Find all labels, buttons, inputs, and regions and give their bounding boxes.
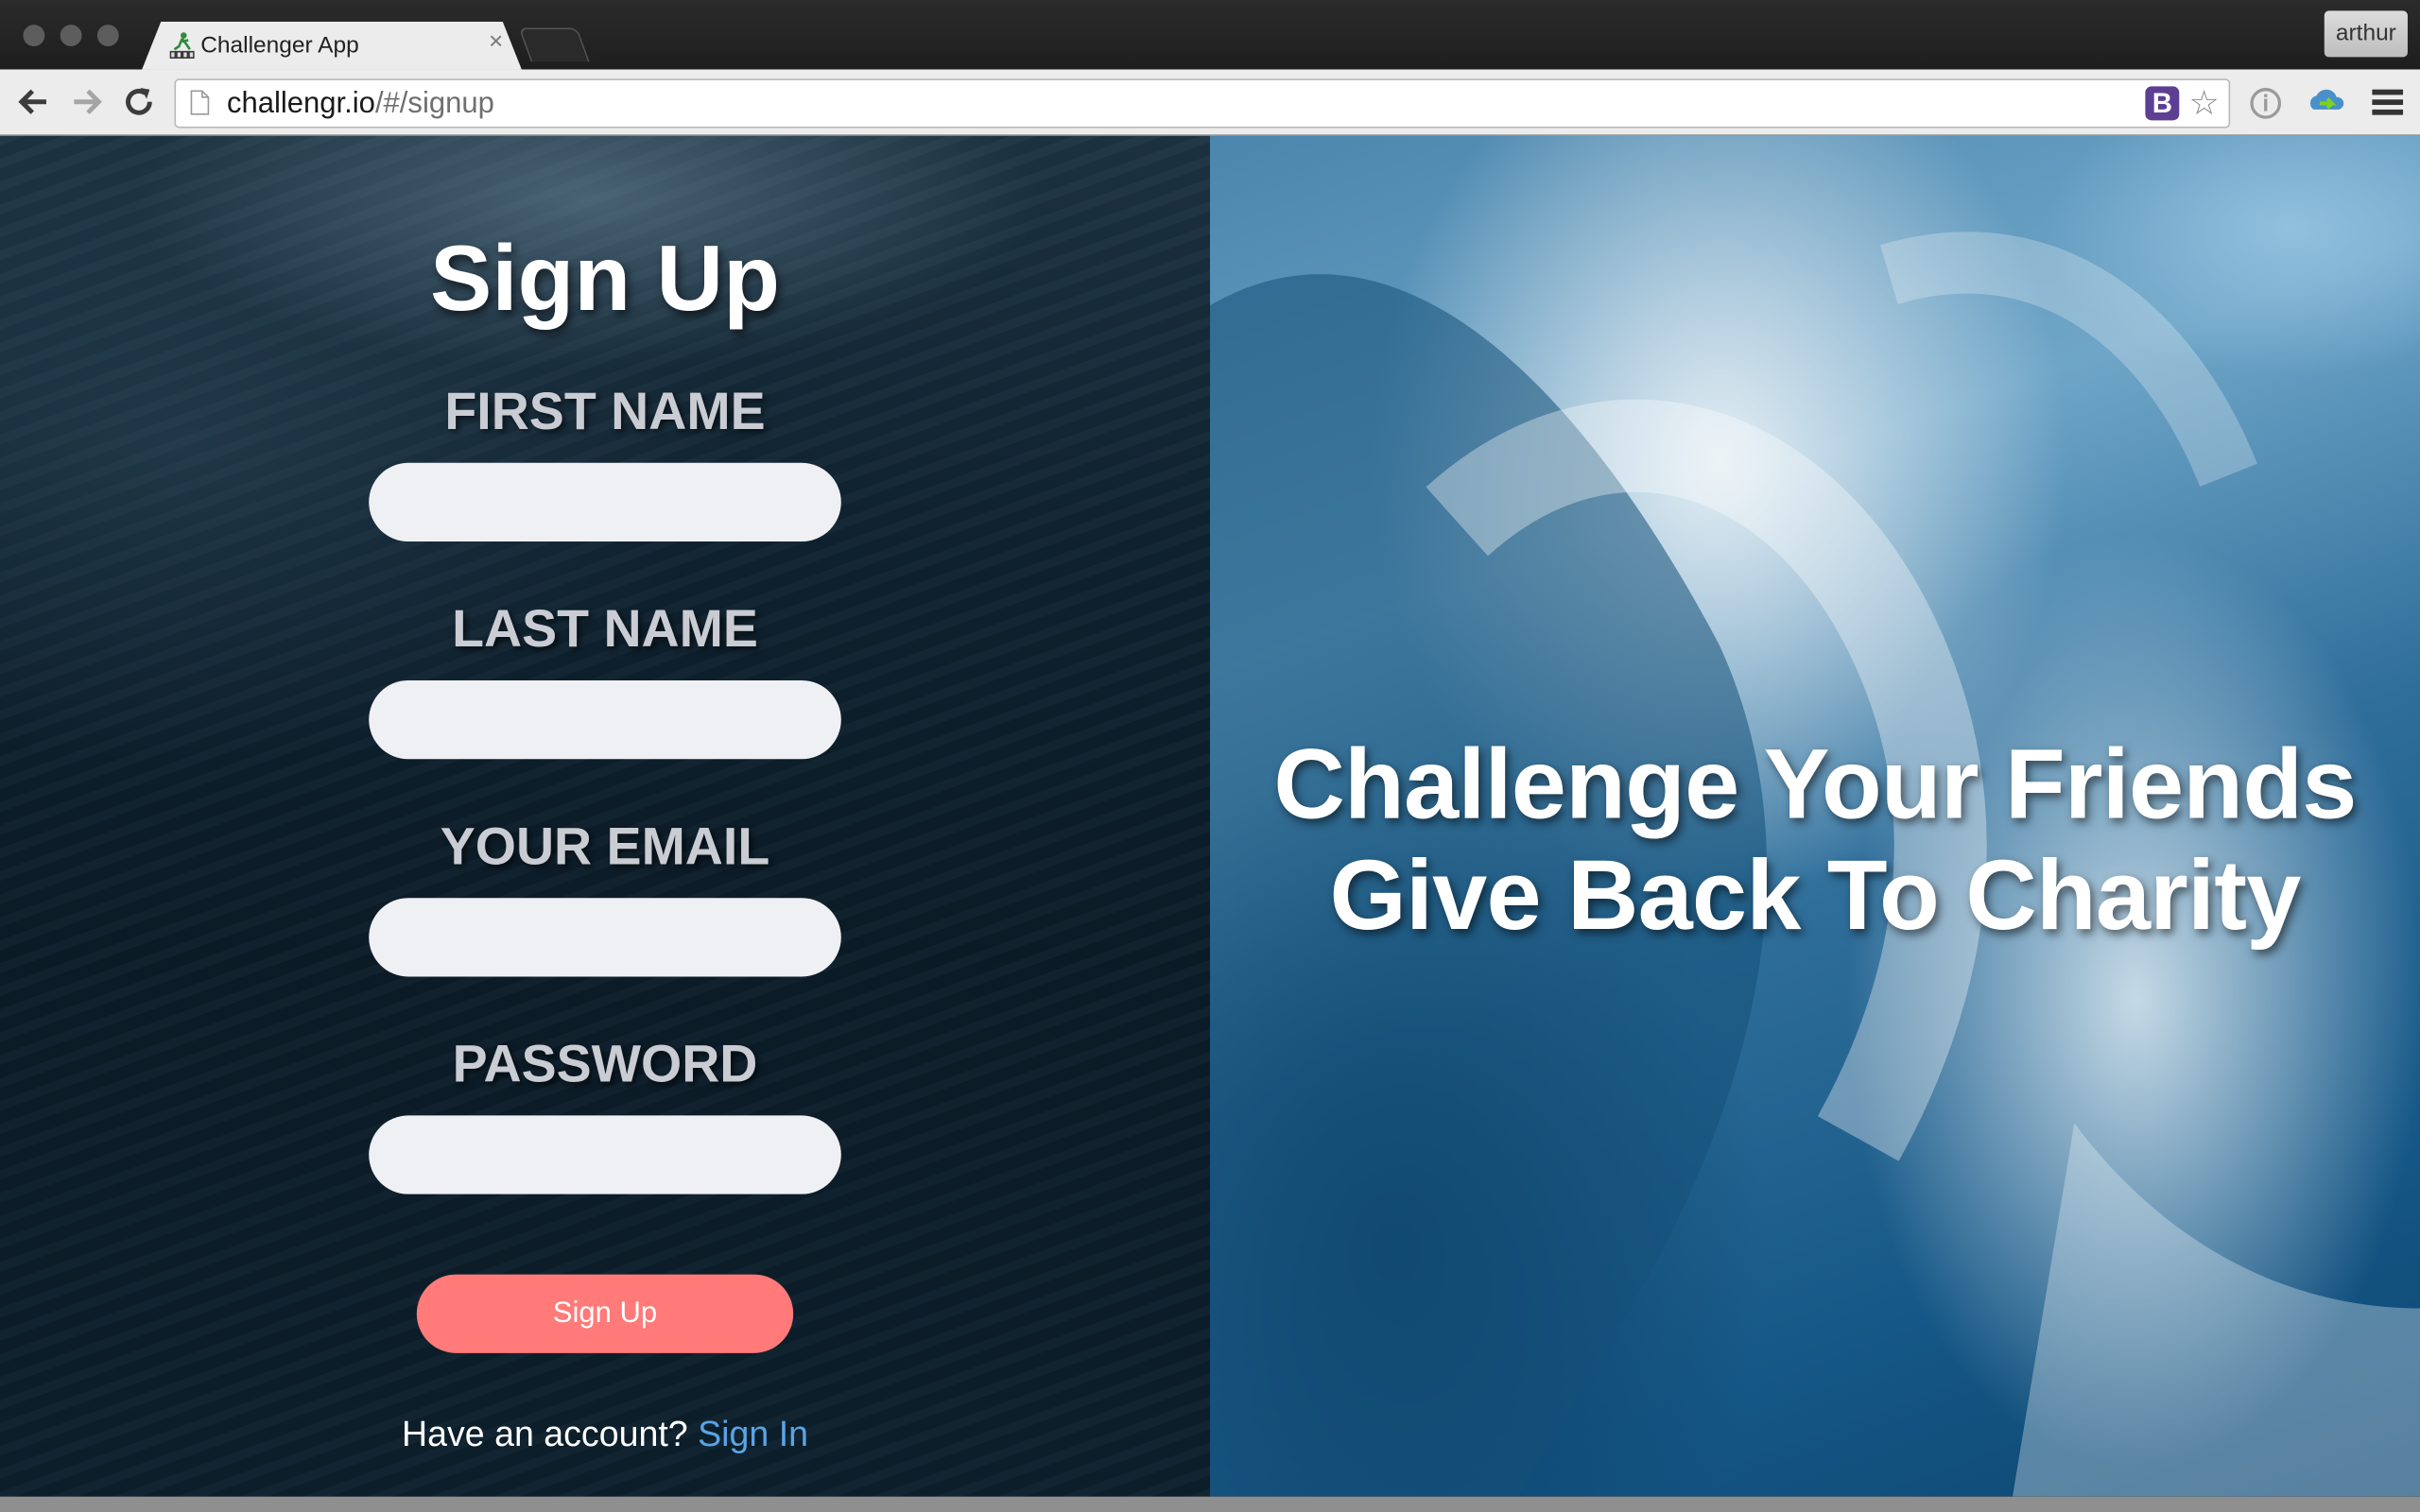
bootstrap-extension-icon[interactable]: B [2145, 86, 2180, 121]
url-text[interactable]: challengr.io/#/signup [227, 88, 494, 122]
new-tab-button[interactable] [518, 27, 590, 62]
address-bar[interactable]: challengr.io/#/signup B ☆ [174, 78, 2231, 129]
page-icon [190, 90, 210, 115]
hero-text: Challenge Your Friends Give Back To Char… [1210, 729, 2420, 951]
signin-row: Have an account? Sign In [0, 1414, 1210, 1455]
browser-toolbar: challengr.io/#/signup B ☆ [0, 69, 2420, 136]
signup-button[interactable]: Sign Up [416, 1274, 794, 1353]
hero-line-2: Give Back To Charity [1329, 839, 2302, 951]
password-field[interactable] [369, 1115, 841, 1194]
password-label: PASSWORD [452, 1035, 758, 1094]
maximize-window-button[interactable] [96, 25, 119, 46]
signin-link[interactable]: Sign In [698, 1414, 808, 1453]
menu-icon[interactable] [2371, 85, 2405, 119]
page-title: Sign Up [429, 227, 780, 331]
info-icon[interactable] [2247, 85, 2284, 122]
browser-titlebar: Challenger App × arthur [0, 0, 2420, 70]
bottom-scroll-strip [0, 1496, 2420, 1512]
hero-panel: Challenge Your Friends Give Back To Char… [1210, 135, 2420, 1497]
tab-title: Challenger App [200, 32, 359, 60]
reload-icon[interactable] [120, 83, 157, 120]
page-content: Sign Up FIRST NAME LAST NAME YOUR EMAIL … [0, 135, 2420, 1497]
back-arrow-icon[interactable] [15, 83, 52, 120]
minimize-window-button[interactable] [60, 25, 82, 46]
last-name-label: LAST NAME [452, 600, 758, 660]
last-name-field[interactable] [369, 680, 841, 760]
first-name-label: FIRST NAME [444, 382, 766, 441]
favicon-icon [169, 32, 195, 60]
browser-tab[interactable]: Challenger App × [142, 21, 522, 70]
close-window-button[interactable] [23, 25, 45, 46]
signin-prompt: Have an account? [401, 1413, 688, 1453]
email-field[interactable] [369, 898, 841, 977]
email-label: YOUR EMAIL [440, 817, 770, 877]
bookmark-star-icon[interactable]: ☆ [2189, 83, 2220, 123]
first-name-field[interactable] [369, 462, 841, 542]
signup-panel: Sign Up FIRST NAME LAST NAME YOUR EMAIL … [0, 135, 1210, 1497]
forward-arrow-icon[interactable] [68, 83, 105, 120]
tab-close-icon[interactable]: × [489, 29, 503, 57]
profile-button[interactable]: arthur [2324, 10, 2408, 58]
hero-line-1: Challenge Your Friends [1273, 728, 2357, 840]
cloud-sync-extension-icon[interactable] [2306, 85, 2345, 122]
